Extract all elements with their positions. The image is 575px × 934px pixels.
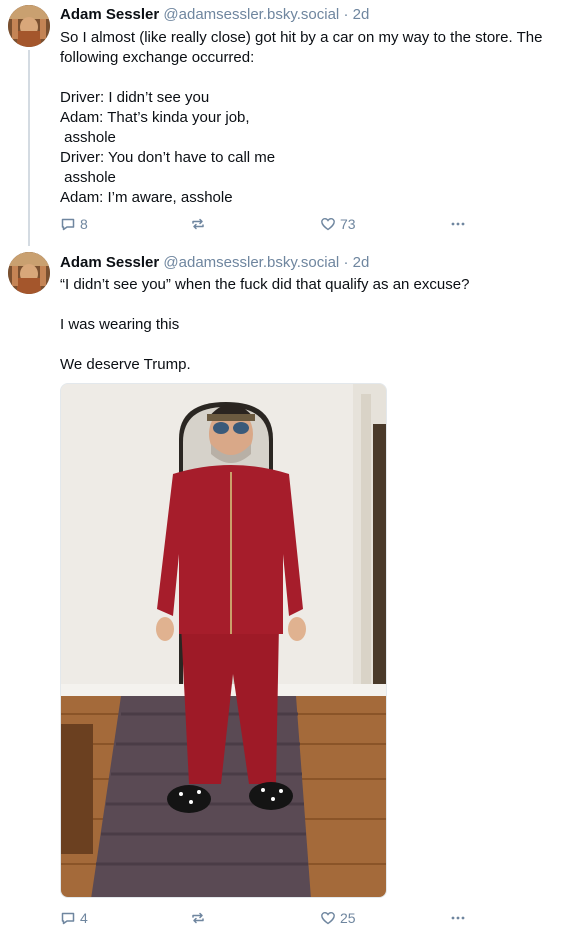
like-button[interactable]: 73	[320, 214, 356, 234]
reply-count: 4	[80, 910, 88, 926]
speech-bubble-icon	[61, 218, 75, 231]
post-paragraph: “I didn’t see you” when the fuck did tha…	[60, 276, 470, 293]
tracksuit-photo	[61, 384, 386, 897]
post-header: Adam Sessler @adamsessler.bsky.social · …	[60, 253, 369, 273]
like-button[interactable]: 25	[320, 908, 356, 928]
post-time[interactable]: 2d	[353, 6, 370, 23]
repost-button[interactable]	[190, 908, 206, 928]
avatar[interactable]	[8, 252, 50, 294]
post-paragraph: We deserve Trump.	[60, 356, 191, 373]
post-image[interactable]	[60, 383, 387, 898]
heart-icon	[321, 911, 335, 925]
reply-button[interactable]: 4	[60, 908, 88, 928]
post-paragraph: So I almost (like really close) got hit …	[60, 29, 547, 66]
more-options-button[interactable]	[450, 214, 466, 234]
thread-line	[28, 50, 30, 246]
repost-arrows-icon	[192, 912, 204, 924]
post-actions: 4 25	[60, 908, 480, 928]
speech-bubble-icon	[61, 912, 75, 925]
separator: ·	[343, 6, 349, 23]
author-name[interactable]: Adam Sessler	[60, 254, 159, 271]
repost-button[interactable]	[190, 214, 206, 234]
avatar-image	[8, 5, 50, 47]
like-count: 25	[340, 910, 356, 926]
ellipsis-icon	[451, 222, 465, 226]
avatar[interactable]	[8, 5, 50, 47]
author-handle[interactable]: @adamsessler.bsky.social	[163, 6, 339, 23]
post-paragraph: Driver: I didn’t see you Adam: That’s ki…	[60, 89, 276, 206]
like-count: 73	[340, 216, 356, 232]
post-paragraph: I was wearing this	[60, 316, 180, 333]
separator: ·	[343, 254, 349, 271]
more-options-button[interactable]	[450, 908, 466, 928]
post-header: Adam Sessler @adamsessler.bsky.social · …	[60, 5, 369, 25]
post-time[interactable]: 2d	[353, 254, 370, 271]
post-text: So I almost (like really close) got hit …	[60, 28, 570, 208]
reply-button[interactable]: 8	[60, 214, 88, 234]
post-text: “I didn’t see you” when the fuck did tha…	[60, 275, 570, 375]
post-2[interactable]: Adam Sessler @adamsessler.bsky.social · …	[0, 245, 575, 934]
author-handle[interactable]: @adamsessler.bsky.social	[163, 254, 339, 271]
avatar-image	[8, 252, 50, 294]
reply-count: 8	[80, 216, 88, 232]
post-1[interactable]: Adam Sessler @adamsessler.bsky.social · …	[0, 0, 575, 246]
ellipsis-icon	[451, 916, 465, 920]
author-name[interactable]: Adam Sessler	[60, 6, 159, 23]
post-actions: 8 73	[60, 214, 480, 234]
repost-arrows-icon	[192, 218, 204, 230]
heart-icon	[321, 217, 335, 231]
